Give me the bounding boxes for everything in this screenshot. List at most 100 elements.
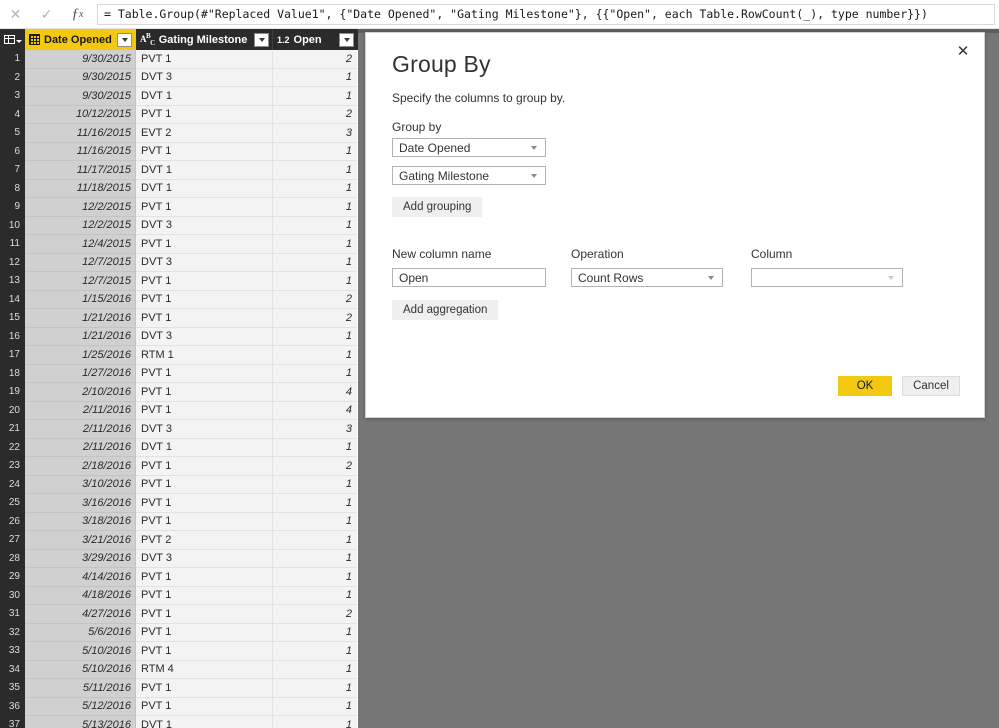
cell-gating-milestone[interactable]: RTM 4 <box>136 660 273 679</box>
cell-open[interactable]: 1 <box>273 494 357 513</box>
cell-gating-milestone[interactable]: DVT 3 <box>136 68 273 87</box>
cell-date-opened[interactable]: 1/15/2016 <box>25 290 136 309</box>
cell-date-opened[interactable]: 11/18/2015 <box>25 179 136 198</box>
cell-open[interactable]: 1 <box>273 642 357 661</box>
formula-input[interactable]: = Table.Group(#"Replaced Value1", {"Date… <box>97 3 995 25</box>
cell-gating-milestone[interactable]: PVT 1 <box>136 457 273 476</box>
cell-open[interactable]: 1 <box>273 568 357 587</box>
cell-open[interactable]: 1 <box>273 586 357 605</box>
cell-date-opened[interactable]: 1/21/2016 <box>25 309 136 328</box>
cell-gating-milestone[interactable]: PVT 1 <box>136 568 273 587</box>
table-row[interactable]: 31 4/27/2016 PVT 12 <box>0 605 358 624</box>
table-row[interactable]: 9 12/2/2015 PVT 11 <box>0 198 358 217</box>
cell-date-opened[interactable]: 5/13/2016 <box>25 716 136 728</box>
operation-select[interactable]: Count Rows <box>571 268 723 287</box>
cell-gating-milestone[interactable]: PVT 1 <box>136 142 273 161</box>
table-row[interactable]: 29 4/14/2016 PVT 11 <box>0 568 358 587</box>
cell-date-opened[interactable]: 2/11/2016 <box>25 401 136 420</box>
cell-gating-milestone[interactable]: DVT 1 <box>136 87 273 106</box>
table-row[interactable]: 5 11/16/2015 EVT 23 <box>0 124 358 143</box>
cell-open[interactable]: 2 <box>273 605 357 624</box>
table-row[interactable]: 4 10/12/2015 PVT 12 <box>0 105 358 124</box>
cell-gating-milestone[interactable]: DVT 3 <box>136 549 273 568</box>
cell-open[interactable]: 1 <box>273 512 357 531</box>
cell-date-opened[interactable]: 12/7/2015 <box>25 253 136 272</box>
cell-date-opened[interactable]: 11/16/2015 <box>25 124 136 143</box>
group-by-select-1[interactable]: Date Opened <box>392 138 546 157</box>
table-row[interactable]: 33 5/10/2016 PVT 11 <box>0 642 358 661</box>
table-row[interactable]: 14 1/15/2016 PVT 12 <box>0 290 358 309</box>
cell-gating-milestone[interactable]: PVT 1 <box>136 105 273 124</box>
table-row[interactable]: 25 3/16/2016 PVT 11 <box>0 494 358 513</box>
cell-open[interactable]: 1 <box>273 161 357 180</box>
table-row[interactable]: 13 12/7/2015 PVT 11 <box>0 272 358 291</box>
ok-button[interactable]: OK <box>838 376 892 396</box>
cell-open[interactable]: 2 <box>273 50 357 69</box>
cell-date-opened[interactable]: 11/16/2015 <box>25 142 136 161</box>
cell-open[interactable]: 1 <box>273 198 357 217</box>
cell-gating-milestone[interactable]: PVT 1 <box>136 512 273 531</box>
cell-open[interactable]: 4 <box>273 383 357 402</box>
cell-gating-milestone[interactable]: PVT 2 <box>136 531 273 550</box>
table-row[interactable]: 24 3/10/2016 PVT 11 <box>0 475 358 494</box>
column-header-gating-milestone[interactable]: ABC Gating Milestone <box>136 29 273 50</box>
cell-gating-milestone[interactable]: PVT 1 <box>136 586 273 605</box>
table-row[interactable]: 32 5/6/2016 PVT 11 <box>0 623 358 642</box>
cell-date-opened[interactable]: 11/17/2015 <box>25 161 136 180</box>
column-header-date-opened[interactable]: Date Opened <box>25 29 136 50</box>
cell-date-opened[interactable]: 12/2/2015 <box>25 216 136 235</box>
add-aggregation-button[interactable]: Add aggregation <box>392 300 499 320</box>
table-row[interactable]: 22 2/11/2016 DVT 11 <box>0 438 358 457</box>
cell-date-opened[interactable]: 12/4/2015 <box>25 235 136 254</box>
cell-open[interactable]: 1 <box>273 142 357 161</box>
cell-open[interactable]: 1 <box>273 438 357 457</box>
cell-gating-milestone[interactable]: PVT 1 <box>136 679 273 698</box>
cell-open[interactable]: 3 <box>273 124 357 143</box>
table-row[interactable]: 18 1/27/2016 PVT 11 <box>0 364 358 383</box>
table-row[interactable]: 3 9/30/2015 DVT 11 <box>0 87 358 106</box>
cell-date-opened[interactable]: 5/6/2016 <box>25 623 136 642</box>
cell-gating-milestone[interactable]: PVT 1 <box>136 272 273 291</box>
table-row[interactable]: 11 12/4/2015 PVT 11 <box>0 235 358 254</box>
cell-date-opened[interactable]: 2/10/2016 <box>25 383 136 402</box>
table-row[interactable]: 2 9/30/2015 DVT 31 <box>0 68 358 87</box>
cell-open[interactable]: 1 <box>273 87 357 106</box>
cell-gating-milestone[interactable]: RTM 1 <box>136 346 273 365</box>
cell-date-opened[interactable]: 10/12/2015 <box>25 105 136 124</box>
select-all-table-icon[interactable] <box>0 29 25 50</box>
cell-date-opened[interactable]: 3/21/2016 <box>25 531 136 550</box>
cell-date-opened[interactable]: 9/30/2015 <box>25 68 136 87</box>
cell-open[interactable]: 1 <box>273 475 357 494</box>
cell-date-opened[interactable]: 1/25/2016 <box>25 346 136 365</box>
cell-date-opened[interactable]: 3/29/2016 <box>25 549 136 568</box>
cell-gating-milestone[interactable]: PVT 1 <box>136 697 273 716</box>
cell-gating-milestone[interactable]: PVT 1 <box>136 642 273 661</box>
cell-gating-milestone[interactable]: DVT 1 <box>136 438 273 457</box>
column-header-open[interactable]: 1.2 Open <box>273 29 357 50</box>
cell-gating-milestone[interactable]: PVT 1 <box>136 309 273 328</box>
cell-open[interactable]: 3 <box>273 420 357 439</box>
cell-open[interactable]: 1 <box>273 716 357 728</box>
cell-gating-milestone[interactable]: PVT 1 <box>136 290 273 309</box>
cell-open[interactable]: 1 <box>273 679 357 698</box>
cell-gating-milestone[interactable]: DVT 3 <box>136 253 273 272</box>
cell-gating-milestone[interactable]: PVT 1 <box>136 364 273 383</box>
grid-body[interactable]: 1 9/30/2015 PVT 1 2 2 9/30/2015 DVT 3 1 3 9/30/20… <box>0 50 358 728</box>
cell-date-opened[interactable]: 1/21/2016 <box>25 327 136 346</box>
cell-date-opened[interactable]: 3/10/2016 <box>25 475 136 494</box>
cell-date-opened[interactable]: 4/18/2016 <box>25 586 136 605</box>
cancel-button[interactable]: Cancel <box>902 376 960 396</box>
cell-date-opened[interactable]: 3/18/2016 <box>25 512 136 531</box>
cell-date-opened[interactable]: 5/10/2016 <box>25 642 136 661</box>
cell-gating-milestone[interactable]: DVT 1 <box>136 716 273 728</box>
cell-date-opened[interactable]: 2/11/2016 <box>25 438 136 457</box>
cell-gating-milestone[interactable]: DVT 3 <box>136 420 273 439</box>
cell-open[interactable]: 2 <box>273 309 357 328</box>
cell-open[interactable]: 1 <box>273 623 357 642</box>
cell-open[interactable]: 1 <box>273 216 357 235</box>
cell-date-opened[interactable]: 9/30/2015 <box>25 50 136 69</box>
cell-gating-milestone[interactable]: EVT 2 <box>136 124 273 143</box>
table-row[interactable]: 20 2/11/2016 PVT 14 <box>0 401 358 420</box>
cell-open[interactable]: 1 <box>273 272 357 291</box>
table-row[interactable]: 1 9/30/2015 PVT 12 <box>0 50 358 69</box>
